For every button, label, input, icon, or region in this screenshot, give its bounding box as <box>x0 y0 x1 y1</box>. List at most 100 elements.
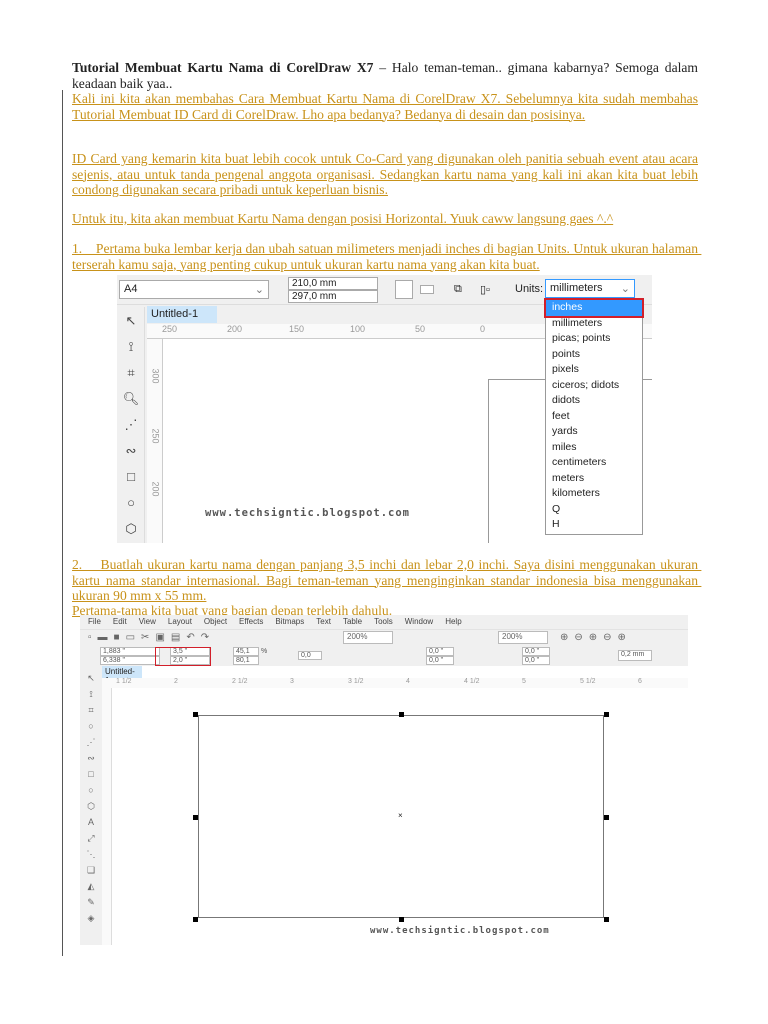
menu-edit[interactable]: Edit <box>113 617 127 626</box>
document-tab[interactable]: Untitled-1 <box>102 666 142 685</box>
unit-option-h[interactable]: H <box>546 517 642 533</box>
unit-option-inches[interactable]: inches <box>544 298 644 318</box>
paragraph-1[interactable]: Kali ini kita akan membahas Cara Membuat… <box>72 91 698 122</box>
crop-tool-icon[interactable]: ⌗ <box>121 365 141 385</box>
selection-handle[interactable] <box>399 712 404 717</box>
offset-field[interactable]: 0,0 " <box>426 656 454 665</box>
save-icon[interactable]: ■ <box>114 632 126 643</box>
transparency-tool-icon[interactable]: ◭ <box>88 881 95 891</box>
menu-layout[interactable]: Layout <box>168 617 192 626</box>
unit-option-feet[interactable]: feet <box>546 409 642 425</box>
crop-tool-icon[interactable]: ⌗ <box>88 705 93 715</box>
fill-tool-icon[interactable]: ◈ <box>88 913 95 923</box>
unit-option-didots[interactable]: didots <box>546 393 642 409</box>
unit-option-points[interactable]: points <box>546 347 642 363</box>
zoom-select-2[interactable]: 200% <box>498 631 548 644</box>
offset-field[interactable]: 0,0 " <box>426 647 454 656</box>
current-page-icon[interactable]: ▯▫ <box>480 283 490 296</box>
menu-bitmaps[interactable]: Bitmaps <box>275 617 304 626</box>
polygon-tool-icon[interactable]: ⬡ <box>121 521 141 541</box>
undo-icon[interactable]: ↶ <box>186 632 200 643</box>
pick-tool-icon[interactable]: ↖ <box>121 313 141 333</box>
freehand-tool-icon[interactable]: ⋰ <box>87 737 96 747</box>
menu-object[interactable]: Object <box>204 617 227 626</box>
eyedropper-icon[interactable]: ✎ <box>87 897 95 907</box>
menu-tools[interactable]: Tools <box>374 617 393 626</box>
unit-option-picas-points[interactable]: picas; points <box>546 331 642 347</box>
artistic-media-icon[interactable]: ∾ <box>121 443 141 463</box>
outline-width-select[interactable]: 0,2 mm <box>618 650 652 661</box>
zoom-tool-icon[interactable]: ○ <box>88 721 93 731</box>
document-tab[interactable]: Untitled-1 <box>147 306 217 323</box>
portrait-button[interactable] <box>395 280 413 299</box>
shape-tool-icon[interactable]: ⟟ <box>89 689 92 699</box>
page-height-field[interactable]: 297,0 mm <box>288 290 378 303</box>
paragraph-2[interactable]: ID Card yang kemarin kita buat lebih coc… <box>72 151 698 198</box>
artistic-media-icon[interactable]: ∾ <box>87 753 95 763</box>
new-icon[interactable]: ▫ <box>88 632 98 643</box>
rotation-field[interactable]: 0,0 <box>298 651 322 660</box>
selection-handle[interactable] <box>193 815 198 820</box>
copy-icon[interactable]: ▣ <box>155 632 170 643</box>
blend-tool-icon[interactable]: ⋱ <box>87 849 96 859</box>
cut-icon[interactable]: ✂ <box>141 632 155 643</box>
rectangle-tool-icon[interactable]: □ <box>121 469 141 489</box>
menu-help[interactable]: Help <box>445 617 461 626</box>
polygon-tool-icon[interactable]: ⬡ <box>87 801 95 811</box>
shadow-tool-icon[interactable]: ❑ <box>87 865 95 875</box>
menu-text[interactable]: Text <box>316 617 331 626</box>
zoom-select-1[interactable]: 200% <box>343 631 393 644</box>
menu-view[interactable]: View <box>139 617 156 626</box>
unit-option-yards[interactable]: yards <box>546 424 642 440</box>
unit-option-pixels[interactable]: pixels <box>546 362 642 378</box>
scale-x-field[interactable]: 45,1 <box>233 647 259 656</box>
pick-tool-icon[interactable]: ↖ <box>87 673 95 683</box>
open-icon[interactable]: ▬ <box>98 632 114 643</box>
unit-option-q[interactable]: Q <box>546 502 642 518</box>
scale-y-field[interactable]: 80,1 <box>233 656 259 665</box>
step-2[interactable]: 2. Buatlah ukuran kartu nama dengan panj… <box>72 557 698 604</box>
unit-option-centimeters[interactable]: centimeters <box>546 455 642 471</box>
y-position-field[interactable]: 6,338 " <box>100 656 160 665</box>
step-1[interactable]: 1. Pertama buka lembar kerja dan ubah sa… <box>72 241 698 272</box>
menu-window[interactable]: Window <box>405 617 433 626</box>
unit-option-meters[interactable]: meters <box>546 471 642 487</box>
rectangle-tool-icon[interactable]: □ <box>88 769 93 779</box>
units-select[interactable]: millimeters ⌄ <box>545 279 635 298</box>
menu-effects[interactable]: Effects <box>239 617 263 626</box>
page-size-select[interactable]: A4 ⌄ <box>119 280 269 299</box>
selection-handle[interactable] <box>604 917 609 922</box>
selection-handle[interactable] <box>604 712 609 717</box>
selection-handle[interactable] <box>193 917 198 922</box>
ellipse-tool-icon[interactable]: ○ <box>88 785 93 795</box>
ruler-label: 250 <box>150 428 161 444</box>
paste-icon[interactable]: ▤ <box>171 632 186 643</box>
watermark: www.techsigntic.blogspot.com <box>205 507 411 519</box>
unit-option-kilometers[interactable]: kilometers <box>546 486 642 502</box>
selection-handle[interactable] <box>193 712 198 717</box>
shape-tool-icon[interactable]: ⟟ <box>121 339 141 359</box>
corner-field[interactable]: 0,0 " <box>522 647 550 656</box>
print-icon[interactable]: ▭ <box>126 632 141 643</box>
unit-option-miles[interactable]: miles <box>546 440 642 456</box>
zoom-tool-icon[interactable]: 🔍︎ <box>121 391 141 411</box>
paragraph-3[interactable]: Untuk itu, kita akan membuat Kartu Nama … <box>72 211 698 227</box>
selection-handle[interactable] <box>604 815 609 820</box>
redo-icon[interactable]: ↷ <box>201 632 215 643</box>
pages-icon[interactable]: ⧉ <box>454 283 462 296</box>
corner-field[interactable]: 0,0 " <box>522 656 550 665</box>
freehand-tool-icon[interactable]: ⋰ <box>121 417 141 437</box>
menu-file[interactable]: File <box>88 617 101 626</box>
text-tool-icon[interactable]: A <box>88 817 94 827</box>
connector-tool-icon[interactable]: ⤢ <box>87 833 94 843</box>
selection-handle[interactable] <box>399 917 404 922</box>
page-width-field[interactable]: 210,0 mm <box>288 277 378 290</box>
x-position-field[interactable]: 1,883 " <box>100 647 160 656</box>
menu-table[interactable]: Table <box>343 617 362 626</box>
screenshot-units-dropdown: A4 ⌄ 210,0 mm 297,0 mm ⧉ ▯▫ Units: millim… <box>117 275 652 543</box>
unit-option-millimeters[interactable]: millimeters <box>546 316 642 332</box>
unit-option-ciceros-didots[interactable]: ciceros; didots <box>546 378 642 394</box>
zoom-in-icon[interactable]: ⊕⊖⊕⊖⊕ <box>560 632 632 643</box>
ellipse-tool-icon[interactable]: ○ <box>121 495 141 515</box>
landscape-button[interactable] <box>420 285 434 294</box>
